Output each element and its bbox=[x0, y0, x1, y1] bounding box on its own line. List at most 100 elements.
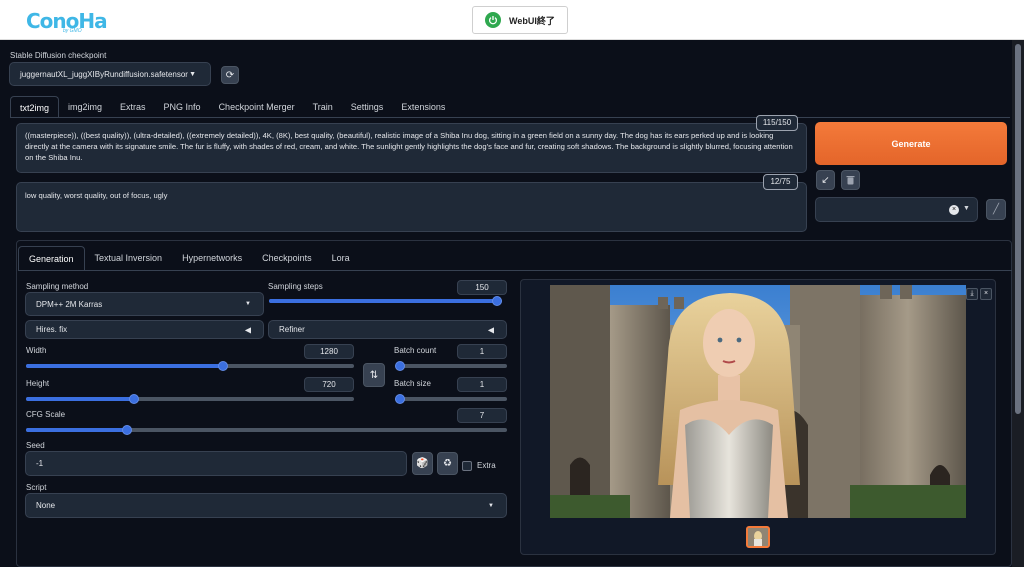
page-scrollbar[interactable] bbox=[1012, 40, 1024, 567]
batch-count-label: Batch count bbox=[394, 346, 437, 355]
gallery-thumbnail[interactable] bbox=[746, 526, 770, 548]
refresh-icon: ⟳ bbox=[225, 69, 235, 81]
dice-icon: 🎲 bbox=[416, 458, 429, 469]
thumbnail-image bbox=[748, 528, 768, 546]
tab-checkpoint-merger[interactable]: Checkpoint Merger bbox=[210, 96, 304, 118]
read-params-button[interactable]: ↙ bbox=[816, 170, 835, 190]
tab-textual-inversion[interactable]: Textual Inversion bbox=[85, 246, 173, 271]
webui-exit-button[interactable]: WebUI終了 bbox=[472, 6, 568, 34]
cfg-scale-input[interactable]: 7 bbox=[457, 408, 507, 423]
extra-networks-tabs: Generation Textual Inversion Hypernetwor… bbox=[18, 246, 360, 271]
hires-fix-label: Hires. fix bbox=[36, 325, 68, 334]
prompt-textarea[interactable]: ((masterpiece)), ((best quality)), (ultr… bbox=[16, 123, 807, 173]
batch-size-label: Batch size bbox=[394, 379, 431, 388]
height-input[interactable]: 720 bbox=[304, 377, 354, 392]
random-seed-button[interactable]: 🎲 bbox=[412, 452, 433, 475]
refiner-label: Refiner bbox=[279, 325, 305, 334]
styles-dropdown[interactable]: × ▼ bbox=[815, 197, 978, 222]
swap-icon: ⇅ bbox=[369, 369, 379, 381]
seed-input[interactable]: -1 bbox=[25, 451, 407, 476]
scrollbar-thumb[interactable] bbox=[1015, 44, 1021, 414]
webui-exit-label: WebUI終了 bbox=[509, 15, 555, 26]
tab-generation[interactable]: Generation bbox=[18, 246, 85, 271]
batch-size-slider[interactable] bbox=[395, 394, 507, 404]
clear-prompt-button[interactable] bbox=[841, 170, 860, 190]
generated-image[interactable] bbox=[550, 285, 966, 518]
script-dropdown[interactable]: None ▼ bbox=[25, 493, 507, 518]
close-icon[interactable]: × bbox=[980, 288, 992, 300]
extra-label: Extra bbox=[477, 461, 496, 470]
reuse-seed-button[interactable]: ♻ bbox=[437, 452, 458, 475]
power-icon bbox=[485, 12, 501, 28]
checkpoint-dropdown[interactable]: juggernautXL_juggXIByRundiffusion.safete… bbox=[9, 62, 211, 86]
slider-handle[interactable] bbox=[492, 296, 502, 306]
checkpoint-value: juggernautXL_juggXIByRundiffusion.safete… bbox=[20, 69, 188, 79]
negative-prompt-textarea[interactable]: low quality, worst quality, out of focus… bbox=[16, 182, 807, 232]
collapse-triangle-icon: ◀ bbox=[487, 325, 494, 334]
logo-subtext: by GMO bbox=[63, 28, 82, 34]
subtab-divider bbox=[18, 270, 1012, 271]
height-slider[interactable] bbox=[26, 394, 354, 404]
batch-count-slider[interactable] bbox=[395, 361, 507, 371]
slider-handle[interactable] bbox=[122, 425, 132, 435]
generate-button[interactable]: Generate bbox=[815, 122, 1007, 165]
tab-checkpoints[interactable]: Checkpoints bbox=[252, 246, 322, 271]
edit-styles-button[interactable]: ╱ bbox=[986, 199, 1006, 220]
tab-extensions[interactable]: Extensions bbox=[392, 96, 454, 118]
cfg-scale-slider[interactable] bbox=[26, 425, 507, 435]
recycle-icon: ♻ bbox=[443, 458, 452, 469]
tab-train[interactable]: Train bbox=[304, 96, 342, 118]
chevron-down-icon: ▼ bbox=[245, 301, 251, 307]
tab-txt2img[interactable]: txt2img bbox=[10, 96, 60, 118]
refresh-checkpoint-button[interactable]: ⟳ bbox=[221, 66, 239, 84]
sampling-steps-slider[interactable] bbox=[269, 296, 502, 306]
tab-extras[interactable]: Extras bbox=[111, 96, 155, 118]
download-icon[interactable]: ⤓ bbox=[966, 288, 978, 300]
chevron-down-icon: ▼ bbox=[488, 502, 494, 509]
top-bar: ConoHa by GMO WebUI終了 bbox=[0, 0, 1024, 40]
slider-fill bbox=[26, 428, 127, 432]
chevron-down-icon: ▼ bbox=[189, 71, 196, 78]
checkpoint-label: Stable Diffusion checkpoint bbox=[10, 51, 107, 60]
width-label: Width bbox=[26, 346, 47, 355]
sampling-steps-input[interactable]: 150 bbox=[457, 280, 507, 295]
tab-divider bbox=[10, 117, 1010, 118]
sampling-method-dropdown[interactable]: DPM++ 2M Karras ▼ bbox=[25, 292, 264, 316]
slider-handle[interactable] bbox=[217, 361, 228, 371]
negative-token-counter: 12/75 bbox=[763, 174, 798, 190]
castle-portrait-image bbox=[550, 285, 966, 518]
main-tabs: txt2img img2img Extras PNG Info Checkpoi… bbox=[10, 96, 454, 118]
tab-png-info[interactable]: PNG Info bbox=[155, 96, 210, 118]
script-value: None bbox=[36, 501, 56, 510]
seed-value: -1 bbox=[36, 459, 44, 468]
prompt-token-counter: 115/150 bbox=[756, 115, 798, 131]
clear-icon[interactable]: × bbox=[949, 205, 959, 215]
slider-fill bbox=[26, 364, 223, 368]
width-input[interactable]: 1280 bbox=[304, 344, 354, 359]
batch-size-input[interactable]: 1 bbox=[457, 377, 507, 392]
trash-icon bbox=[846, 176, 855, 185]
cfg-scale-label: CFG Scale bbox=[26, 410, 66, 419]
arrow-down-left-icon: ↙ bbox=[821, 174, 830, 186]
sampling-method-value: DPM++ 2M Karras bbox=[36, 299, 103, 309]
slider-fill bbox=[269, 299, 502, 303]
script-label: Script bbox=[26, 483, 47, 492]
tab-hypernetworks[interactable]: Hypernetworks bbox=[172, 246, 252, 271]
refiner-accordion[interactable]: Refiner ◀ bbox=[268, 320, 507, 339]
tab-lora[interactable]: Lora bbox=[322, 246, 360, 271]
slider-handle[interactable] bbox=[395, 394, 405, 404]
collapse-triangle-icon: ◀ bbox=[244, 325, 251, 334]
width-slider[interactable] bbox=[26, 361, 354, 371]
extra-seed-checkbox[interactable] bbox=[462, 461, 472, 471]
swap-dimensions-button[interactable]: ⇅ bbox=[363, 363, 385, 387]
slider-fill bbox=[26, 397, 135, 401]
batch-count-input[interactable]: 1 bbox=[457, 344, 507, 359]
sampling-steps-label: Sampling steps bbox=[268, 282, 323, 291]
chevron-down-icon: ▼ bbox=[963, 205, 970, 212]
pencil-icon: ╱ bbox=[992, 204, 1000, 215]
tab-img2img[interactable]: img2img bbox=[59, 96, 111, 118]
hires-fix-accordion[interactable]: Hires. fix ◀ bbox=[25, 320, 264, 339]
sampling-method-label: Sampling method bbox=[26, 282, 89, 291]
slider-handle[interactable] bbox=[395, 361, 405, 371]
tab-settings[interactable]: Settings bbox=[342, 96, 393, 118]
